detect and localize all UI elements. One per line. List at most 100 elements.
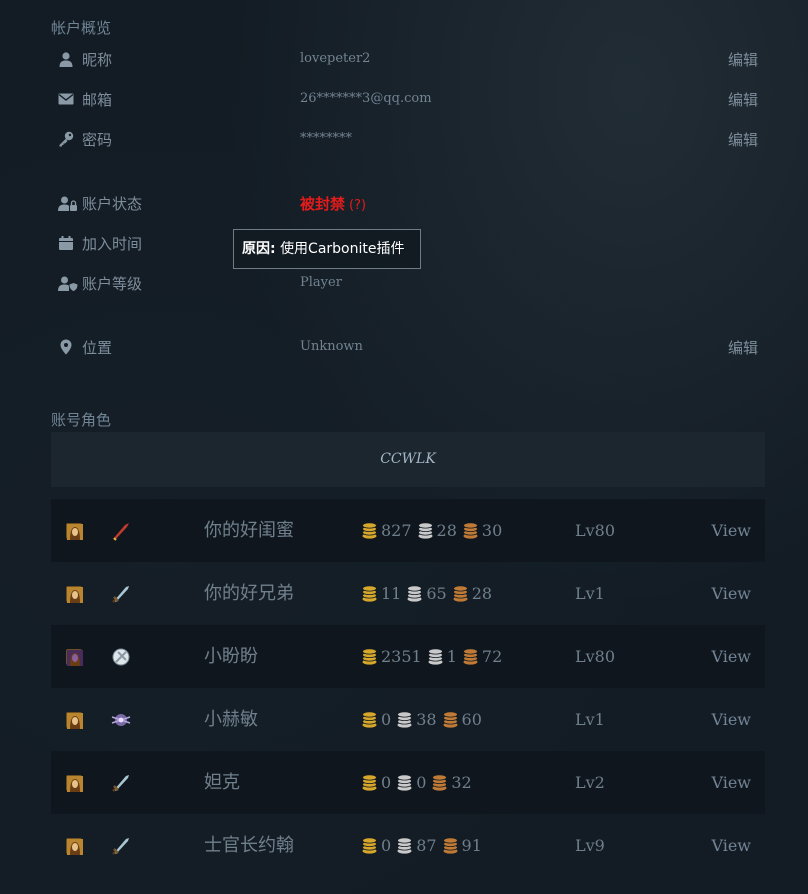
- map-marker-icon: [58, 339, 74, 355]
- gold-amount: 2351: [381, 647, 422, 666]
- character-row: 士官长约翰 0 87 91 Lv9 View: [51, 814, 765, 877]
- email-value: 26*******3@qq.com: [300, 91, 432, 106]
- view-character-link[interactable]: View: [711, 499, 751, 562]
- view-character-link[interactable]: View: [711, 562, 751, 625]
- copper-coin-icon: [430, 773, 449, 792]
- ban-reason-tooltip: 原因: 使用Carbonite插件: [233, 229, 421, 269]
- silver-amount: 0: [416, 773, 427, 792]
- user-icon: [58, 51, 74, 67]
- realm-header: CCWLK: [51, 432, 765, 487]
- gold-amount: 827: [381, 521, 412, 540]
- character-level: Lv2: [575, 773, 605, 792]
- calendar-icon: [58, 235, 74, 251]
- character-name: 士官长约翰: [204, 835, 294, 856]
- character-level: Lv1: [575, 710, 605, 729]
- silver-amount: 28: [436, 521, 457, 540]
- warrior-sword-icon: [110, 772, 132, 794]
- character-money: 827 28 30: [360, 499, 506, 562]
- email-row: 邮箱 26*******3@qq.com 编辑: [51, 88, 765, 112]
- location-label: 位置: [82, 339, 113, 357]
- silver-coin-icon: [426, 647, 445, 666]
- character-level: Lv1: [575, 584, 605, 603]
- copper-amount: 28: [471, 584, 493, 603]
- human-female-portrait-icon: [66, 586, 83, 603]
- password-value: ********: [300, 131, 352, 146]
- email-label: 邮箱: [82, 91, 113, 109]
- silver-coin-icon: [395, 836, 414, 855]
- key-icon: [58, 131, 74, 147]
- silver-coin-icon: [395, 773, 414, 792]
- character-row: 小赫敏 0 38 60 Lv1 View: [51, 688, 765, 751]
- character-row: 你的好兄弟 11 65 28 Lv1 View: [51, 562, 765, 625]
- copper-amount: 60: [461, 710, 482, 729]
- mage-icon: [110, 709, 132, 731]
- silver-coin-icon: [405, 584, 424, 603]
- copper-amount: 91: [461, 836, 482, 855]
- character-money: 0 87 91: [360, 814, 486, 877]
- status-row: 账户状态 被封禁 (?): [51, 192, 765, 216]
- account-level-label: 账户等级: [82, 275, 143, 293]
- edit-location-button[interactable]: 编辑: [728, 337, 758, 358]
- character-name: 你的好闺蜜: [204, 520, 294, 541]
- copper-coin-icon: [461, 521, 480, 540]
- character-money: 11 65 28: [360, 562, 496, 625]
- character-row: 妲克 0 0 32 Lv2 View: [51, 751, 765, 814]
- password-label: 密码: [82, 131, 113, 149]
- character-level: Lv80: [575, 647, 616, 666]
- gold-amount: 11: [381, 584, 402, 603]
- character-name: 小赫敏: [204, 709, 258, 730]
- ban-reason-help[interactable]: (?): [349, 198, 366, 213]
- human-female-portrait-icon: [66, 523, 83, 540]
- view-character-link[interactable]: View: [711, 625, 751, 688]
- silver-coin-icon: [416, 521, 435, 540]
- edit-nickname-button[interactable]: 编辑: [728, 49, 758, 70]
- envelope-icon: [58, 91, 74, 107]
- character-money: 2351 1 72: [360, 625, 506, 688]
- joined-label: 加入时间: [82, 235, 143, 253]
- user-lock-icon: [58, 195, 77, 211]
- gold-amount: 0: [381, 836, 392, 855]
- gold-coin-icon: [360, 584, 379, 603]
- edit-password-button[interactable]: 编辑: [728, 129, 758, 150]
- gold-coin-icon: [360, 647, 379, 666]
- copper-amount: 72: [481, 647, 503, 666]
- priest-icon: [110, 646, 132, 668]
- characters-title: 账号角色: [51, 411, 112, 429]
- silver-amount: 38: [416, 710, 437, 729]
- status-label: 账户状态: [82, 195, 143, 213]
- overview-title: 帐户概览: [51, 19, 112, 37]
- rogue-dagger-icon: [110, 520, 132, 542]
- character-row: 你的好闺蜜 827 28 30 Lv80 View: [51, 499, 765, 562]
- location-value: Unknown: [300, 339, 363, 354]
- warrior-sword-icon: [110, 835, 132, 857]
- copper-coin-icon: [451, 584, 470, 603]
- view-character-link[interactable]: View: [711, 814, 751, 877]
- banned-status-text: 被封禁: [300, 195, 346, 213]
- ban-reason-text: 使用Carbonite插件: [280, 241, 405, 257]
- character-name: 妲克: [204, 772, 240, 793]
- edit-email-button[interactable]: 编辑: [728, 89, 758, 110]
- character-level: Lv9: [575, 836, 605, 855]
- nickname-row: 昵称 lovepeter2 编辑: [51, 48, 765, 72]
- banned-status: 被封禁 (?): [300, 193, 366, 214]
- gold-amount: 0: [381, 710, 392, 729]
- nickname-value: lovepeter2: [300, 51, 371, 66]
- silver-amount: 1: [446, 647, 457, 666]
- copper-coin-icon: [441, 710, 460, 729]
- gold-coin-icon: [360, 521, 379, 540]
- user-shield-icon: [58, 275, 78, 291]
- gold-amount: 0: [381, 773, 392, 792]
- gold-coin-icon: [360, 836, 379, 855]
- nickname-label: 昵称: [82, 51, 113, 69]
- ban-reason-label: 原因:: [242, 241, 276, 257]
- view-character-link[interactable]: View: [711, 751, 751, 814]
- warrior-sword-icon: [110, 583, 132, 605]
- account-level-value: Player: [300, 275, 342, 290]
- character-name: 你的好兄弟: [204, 583, 294, 604]
- silver-coin-icon: [395, 710, 414, 729]
- view-character-link[interactable]: View: [711, 688, 751, 751]
- copper-coin-icon: [461, 647, 480, 666]
- character-money: 0 38 60: [360, 688, 486, 751]
- password-row: 密码 ******** 编辑: [51, 128, 765, 152]
- copper-coin-icon: [441, 836, 460, 855]
